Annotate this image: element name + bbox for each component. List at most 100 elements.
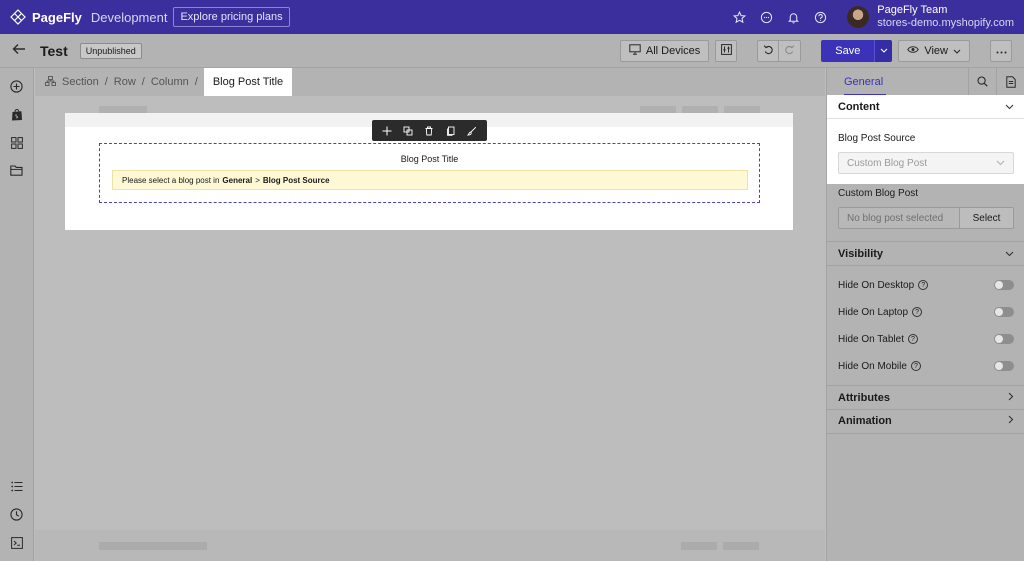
undo-button[interactable]	[757, 39, 780, 62]
editor-canvas[interactable]: Section / Row / Column / Blog Post Title…	[35, 68, 825, 561]
hide-on-laptop-label: Hide On Laptop	[838, 306, 909, 318]
custom-blog-post-field: No blog post selected Select	[838, 207, 1014, 229]
sliders-icon	[720, 43, 732, 58]
properties-panel: General Content Blog Post Source Custom …	[826, 67, 1024, 561]
placeholder-bar	[99, 542, 207, 550]
more-options-button[interactable]	[990, 39, 1012, 62]
divider	[827, 265, 1024, 266]
code-terminal-icon[interactable]	[10, 536, 23, 549]
style-brush-icon[interactable]	[467, 126, 477, 136]
store-domain: stores-demo.myshopify.com	[877, 17, 1014, 29]
ellipsis-icon	[996, 45, 1007, 57]
view-label: View	[924, 44, 948, 57]
save-button[interactable]: Save	[821, 39, 875, 62]
grid-icon[interactable]	[10, 136, 23, 149]
hide-on-mobile-toggle[interactable]	[994, 361, 1014, 371]
document-icon[interactable]	[996, 67, 1024, 96]
left-rail	[0, 68, 34, 561]
settings-sliders-button[interactable]	[715, 39, 738, 62]
help-icon[interactable]: ?	[907, 334, 918, 344]
divider	[827, 433, 1024, 434]
device-selector-button[interactable]: All Devices	[619, 39, 710, 62]
user-menu[interactable]: PageFly Team stores-demo.myshopify.com	[847, 4, 1014, 30]
eye-icon	[907, 45, 920, 57]
tab-general[interactable]: General	[827, 68, 887, 96]
avatar	[847, 6, 870, 28]
help-icon[interactable]: ?	[918, 280, 929, 290]
placeholder-bar	[723, 542, 759, 550]
star-icon[interactable]	[733, 10, 747, 24]
undo-icon	[763, 44, 774, 58]
visibility-section-title: Visibility	[838, 248, 884, 260]
explore-pricing-button[interactable]: Explore pricing plans	[173, 7, 290, 27]
move-icon[interactable]	[382, 126, 392, 136]
page-title[interactable]: Test	[40, 43, 68, 59]
redo-icon	[784, 44, 795, 58]
custom-blog-post-input[interactable]: No blog post selected	[838, 207, 960, 229]
monitor-icon	[629, 43, 641, 58]
hide-on-desktop-toggle[interactable]	[994, 280, 1014, 290]
attributes-section-title: Attributes	[838, 392, 890, 404]
content-section: Content Blog Post Source Custom Blog Pos…	[827, 95, 1024, 184]
bell-icon[interactable]	[787, 11, 800, 24]
chevron-down-icon	[996, 158, 1005, 169]
hide-on-tablet-row: Hide On Tablet?	[838, 332, 1014, 346]
breadcrumb-column[interactable]: Column	[151, 76, 189, 88]
notice-text: Please select a blog post in	[122, 175, 220, 185]
save-options-chevron-icon[interactable]	[874, 39, 893, 62]
user-name: PageFly Team	[877, 4, 948, 16]
blog-post-source-value: Custom Blog Post	[847, 157, 928, 169]
help-icon[interactable]	[814, 11, 827, 24]
breadcrumb-active[interactable]: Blog Post Title	[203, 68, 293, 96]
brand-logo[interactable]: PageFly Development	[10, 9, 167, 25]
hide-on-desktop-label: Hide On Desktop	[838, 279, 915, 291]
folder-icon[interactable]	[10, 164, 23, 177]
canvas-footer-strip	[35, 530, 825, 561]
brand-name: PageFly	[32, 9, 82, 25]
animation-section-title: Animation	[838, 415, 892, 427]
placeholder-bar	[681, 542, 717, 550]
hide-on-laptop-toggle[interactable]	[994, 307, 1014, 317]
editor-toolbar: Test Unpublished All Devices Save View	[0, 34, 1024, 68]
breadcrumb-row[interactable]: Row	[114, 76, 136, 88]
status-badge: Unpublished	[79, 42, 142, 59]
add-element-icon[interactable]	[10, 80, 23, 93]
help-icon[interactable]: ?	[910, 361, 921, 371]
help-icon[interactable]: ?	[912, 307, 923, 317]
hide-on-mobile-label: Hide On Mobile	[838, 360, 907, 372]
animation-section-header[interactable]: Animation	[827, 409, 1024, 433]
shopify-bag-icon[interactable]	[10, 108, 23, 121]
device-selector-label: All Devices	[645, 44, 701, 57]
blog-post-source-label: Blog Post Source	[838, 133, 916, 144]
trash-icon[interactable]	[424, 126, 434, 136]
view-button[interactable]: View	[898, 39, 970, 62]
chevron-down-icon	[1005, 248, 1014, 260]
select-post-notice: Please select a blog post in General > B…	[112, 170, 748, 190]
notice-separator: >	[255, 175, 260, 185]
history-clock-icon[interactable]	[10, 508, 23, 521]
select-blog-post-button[interactable]: Select	[960, 207, 1014, 229]
visibility-section-header[interactable]: Visibility	[827, 242, 1024, 266]
chevron-down-icon	[1005, 101, 1014, 113]
hide-on-tablet-toggle[interactable]	[994, 334, 1014, 344]
duplicate-icon[interactable]	[403, 126, 413, 136]
page-preview[interactable]: Blog Post Title Please select a blog pos…	[65, 113, 793, 230]
chat-icon[interactable]	[760, 11, 773, 24]
breadcrumb-section[interactable]: Section	[62, 76, 99, 88]
chevron-right-icon	[1008, 415, 1014, 427]
back-arrow-icon[interactable]	[12, 42, 30, 59]
redo-button[interactable]	[779, 39, 802, 62]
selected-element[interactable]: Blog Post Title Please select a blog pos…	[99, 143, 760, 203]
notice-general: General	[222, 175, 253, 185]
notice-source: Blog Post Source	[262, 175, 330, 185]
search-icon[interactable]	[968, 67, 996, 96]
hide-on-desktop-row: Hide On Desktop?	[838, 278, 1014, 292]
pagefly-logo-icon	[10, 9, 26, 25]
hide-on-tablet-label: Hide On Tablet	[838, 333, 904, 345]
content-section-header[interactable]: Content	[827, 95, 1024, 119]
attributes-section-header[interactable]: Attributes	[827, 386, 1024, 410]
copy-icon[interactable]	[446, 126, 456, 136]
layers-list-icon[interactable]	[10, 480, 23, 493]
element-floating-toolbar	[372, 120, 487, 141]
blog-post-source-select[interactable]: Custom Blog Post	[838, 152, 1014, 174]
